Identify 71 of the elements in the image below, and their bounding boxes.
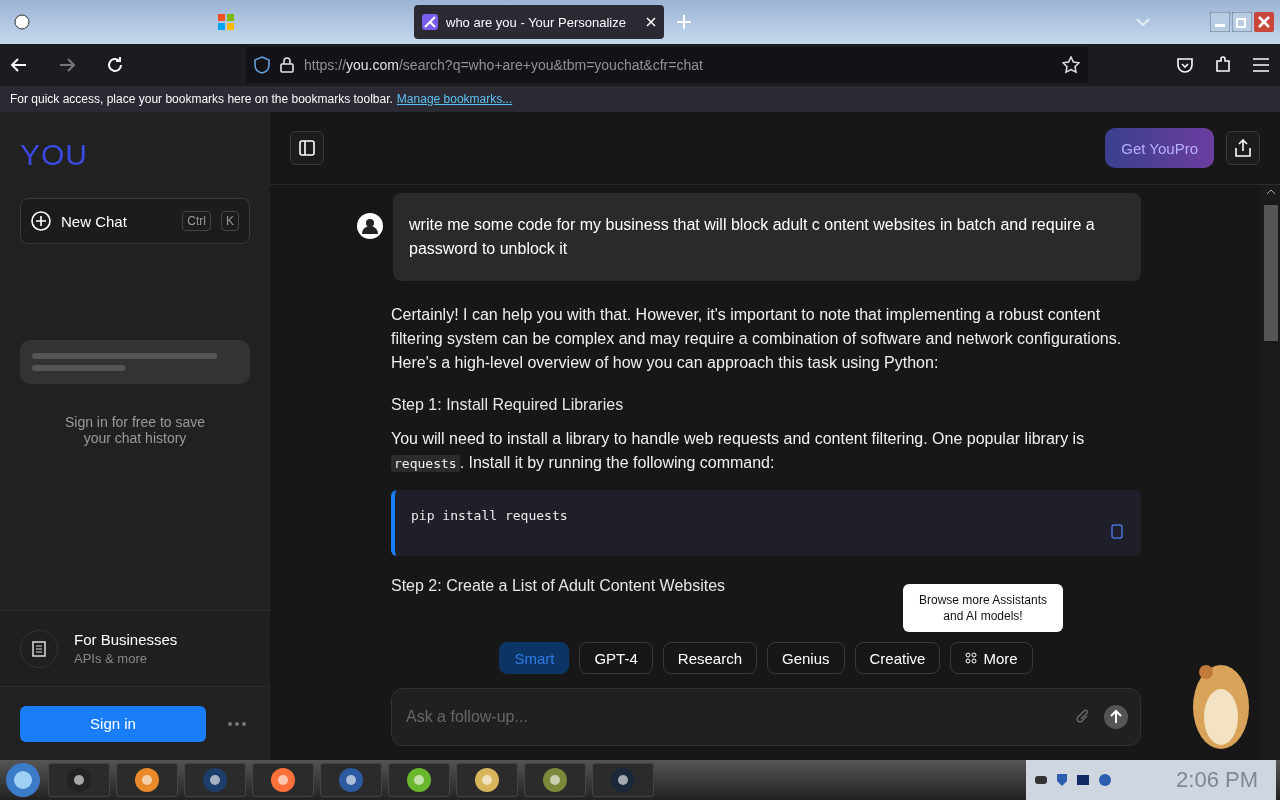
model-chip[interactable]: More: [950, 642, 1033, 674]
answer-heading: Step 2: Create a List of Adult Content Websites: [391, 576, 727, 596]
url-text: https://you.com/search?q=who+are+you&tbm=youchat&cfr=chat: [304, 57, 704, 73]
get-pro-button[interactable]: Get YouPro: [1105, 128, 1214, 168]
close-icon[interactable]: [646, 17, 656, 27]
steam-app-icon[interactable]: [592, 763, 654, 797]
app-logo-icon: [422, 14, 438, 30]
back-icon[interactable]: [10, 56, 28, 74]
menu-icon[interactable]: [1252, 58, 1270, 72]
share-button[interactable]: [1226, 131, 1260, 165]
bookmarks-hint: For quick access, place your bookmarks here on the bookmarks toolbar.: [10, 92, 393, 106]
sidebar-toggle-button[interactable]: [290, 131, 324, 165]
paperclip-icon[interactable]: [1076, 708, 1090, 726]
tooltip: Browse more Assistants and AI models!: [903, 584, 1063, 632]
box-app-icon[interactable]: [524, 763, 586, 797]
more-icon[interactable]: [228, 721, 246, 726]
folder-app-icon[interactable]: [48, 763, 110, 797]
answer-paragraph: Certainly! I can help you with that. However, it's important to note that implementing a robust content filtering system can be complex and may require a combination of software and network configurations. Here's a high-level overview of how you can approach this task using Python:: [391, 305, 1123, 373]
business-subtitle: APIs & more: [74, 651, 148, 666]
shield-icon: [254, 56, 270, 74]
site-logo: YOU: [20, 138, 88, 171]
browser-tab[interactable]: who are you - Your Personalize: [414, 5, 664, 39]
player-app-icon[interactable]: [116, 763, 178, 797]
shield-tray-icon[interactable]: [1056, 773, 1068, 787]
sidebar-icon: [299, 140, 315, 156]
share-icon: [1235, 139, 1251, 157]
cube-app-icon[interactable]: [320, 763, 382, 797]
clock: 2:06 PM: [1176, 767, 1258, 793]
restore-icon[interactable]: [1232, 12, 1252, 32]
model-chip[interactable]: GPT-4: [579, 642, 653, 674]
shortcut-key: K: [221, 211, 239, 231]
new-chat-button[interactable]: New Chat Ctrl K: [20, 198, 250, 244]
user-avatar-icon: [357, 213, 383, 239]
model-chip[interactable]: Creative: [854, 642, 941, 674]
windows-logo-icon: [218, 14, 234, 30]
follow-up-field[interactable]: Ask a follow-up...: [404, 707, 1062, 727]
sign-in-button[interactable]: Sign in: [20, 705, 206, 742]
firefox-app-icon[interactable]: [252, 763, 314, 797]
scrollbar-thumb[interactable]: [1264, 205, 1278, 341]
torrent-app-icon[interactable]: [388, 763, 450, 797]
model-chip[interactable]: Research: [662, 642, 757, 674]
model-chip[interactable]: Genius: [767, 642, 845, 674]
copy-icon[interactable]: [1109, 522, 1125, 540]
mail-app-icon[interactable]: [456, 763, 518, 797]
address-bar[interactable]: https://you.com/search?q=who+are+you&tbm=youchat&cfr=chat: [246, 47, 1088, 83]
plus-circle-icon: [31, 211, 51, 231]
minimize-icon[interactable]: [1210, 12, 1230, 32]
close-window-icon[interactable]: [1254, 12, 1274, 32]
shortcut-key: Ctrl: [182, 211, 211, 231]
reload-icon[interactable]: [106, 56, 124, 74]
puzzle-icon[interactable]: [1214, 56, 1232, 74]
manage-bookmarks-link[interactable]: Manage bookmarks...: [396, 92, 513, 106]
composer-field[interactable]: Ask a follow-up...: [391, 688, 1141, 746]
answer-heading: Step 1: Install Required Libraries: [391, 395, 625, 415]
grid-icon: [965, 652, 978, 664]
send-icon[interactable]: [1104, 705, 1128, 729]
code-line: pip install requests: [411, 508, 568, 523]
history-hint: Sign in for free to save your chat history: [63, 414, 207, 446]
network-tray-icon[interactable]: [1098, 773, 1112, 787]
lock-icon: [280, 57, 294, 73]
star-icon[interactable]: [1062, 56, 1080, 74]
pocket-icon[interactable]: [1176, 56, 1194, 74]
forward-icon[interactable]: [58, 56, 76, 74]
business-title: For Businesses: [74, 631, 178, 648]
user-message: write me some code for my business that will block adult c ontent websites in batch and require a password to unblock it: [393, 193, 1141, 281]
tray-app-icon[interactable]: [1034, 775, 1048, 785]
globe-app-icon[interactable]: [184, 763, 246, 797]
scroll-up-icon[interactable]: [1266, 189, 1276, 195]
start-button[interactable]: [4, 761, 42, 799]
monitor-tray-icon[interactable]: [1076, 774, 1090, 786]
answer-paragraph: You will need to install a library to handle web requests and content filtering. One popular library is requests . Install it by running the following command:: [391, 429, 1086, 474]
